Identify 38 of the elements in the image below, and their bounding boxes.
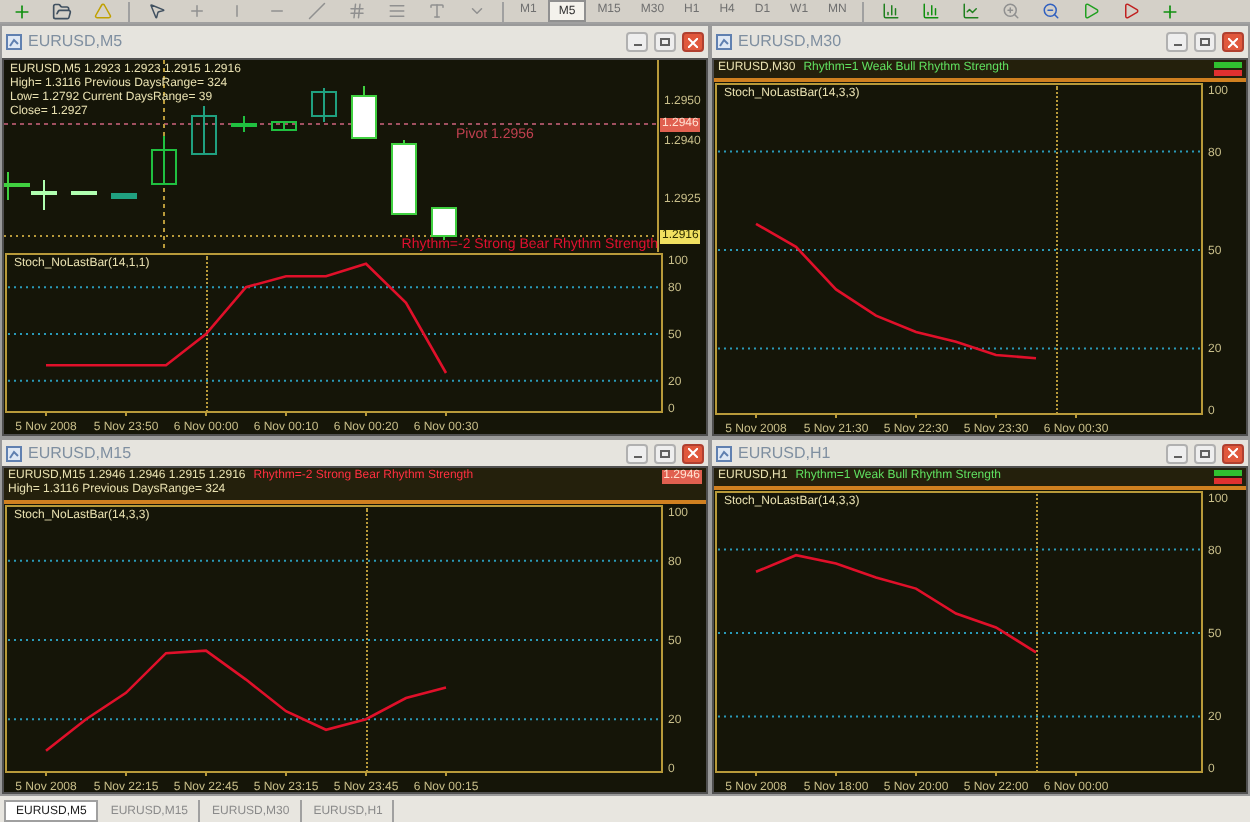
close-button[interactable] <box>1222 32 1244 52</box>
window-title: EURUSD,H1 <box>738 441 831 465</box>
close-button[interactable] <box>1222 443 1244 463</box>
candlestick <box>231 115 257 133</box>
window-title: EURUSD,M5 <box>28 30 123 54</box>
minimize-button[interactable] <box>1166 32 1188 52</box>
candlestick <box>71 191 97 195</box>
chart-window-icon <box>716 34 732 50</box>
candlestick <box>31 179 57 211</box>
minimize-button[interactable] <box>626 443 648 463</box>
minimize-button[interactable] <box>626 32 648 52</box>
candlestick <box>111 193 137 199</box>
candlestick <box>431 207 457 241</box>
window-title: EURUSD,M30 <box>738 30 842 54</box>
maximize-button[interactable] <box>1194 443 1216 463</box>
chart-window-icon <box>716 445 732 461</box>
price-marker-icon <box>1214 62 1242 76</box>
candlestick <box>191 105 217 155</box>
price-marker-icon <box>1214 470 1242 484</box>
window-title: EURUSD,M15 <box>28 441 132 465</box>
candlestick <box>351 85 377 139</box>
close-icon <box>688 448 698 458</box>
maximize-button[interactable] <box>654 443 676 463</box>
candlestick <box>151 135 177 185</box>
close-button[interactable] <box>682 32 704 52</box>
close-icon <box>688 37 698 47</box>
close-icon <box>1228 37 1238 47</box>
close-button[interactable] <box>682 443 704 463</box>
candlestick <box>271 121 297 131</box>
chart-window-icon <box>6 445 22 461</box>
chart-window-icon <box>6 34 22 50</box>
close-icon <box>1228 448 1238 458</box>
maximize-button[interactable] <box>654 32 676 52</box>
minimize-button[interactable] <box>1166 443 1188 463</box>
maximize-button[interactable] <box>1194 32 1216 52</box>
candlestick <box>391 139 417 215</box>
candlestick <box>4 171 30 201</box>
candlestick <box>311 87 337 123</box>
